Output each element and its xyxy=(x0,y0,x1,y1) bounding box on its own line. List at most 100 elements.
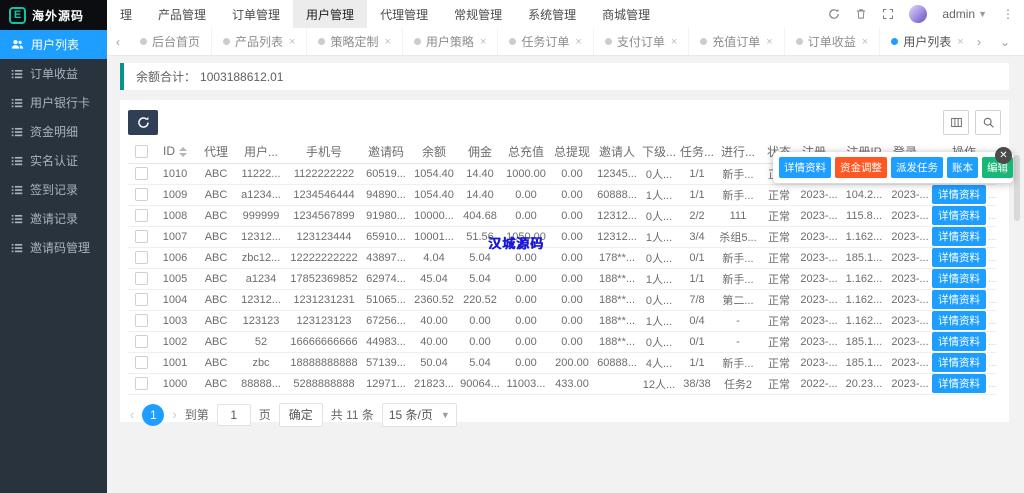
row-checkbox[interactable] xyxy=(134,293,148,306)
sort-icon[interactable] xyxy=(179,147,187,158)
sidebar-item-2[interactable]: 用户银行卡 xyxy=(0,88,107,117)
tab-2[interactable]: 策略定制 × xyxy=(307,28,403,55)
tab-0[interactable]: 后台首页 xyxy=(129,28,213,55)
topnav-item-1[interactable]: 产品管理 xyxy=(145,0,219,28)
topnav-item-0[interactable]: 理 xyxy=(107,0,145,28)
tab-4[interactable]: 任务订单 × xyxy=(498,28,594,55)
row-checkbox[interactable] xyxy=(134,188,148,201)
row-checkbox[interactable] xyxy=(134,356,148,369)
table-cell: 任务2 xyxy=(716,373,760,395)
table-row: 1005 ABC a1234 17852369852 62974... 45.04 5.04… xyxy=(128,268,996,290)
detail-button[interactable]: 详情资料 xyxy=(932,227,986,246)
tab-close-icon[interactable]: × xyxy=(766,36,772,48)
tab-8[interactable]: 用户列表 × xyxy=(880,28,968,55)
current-page[interactable]: 1 xyxy=(142,403,165,426)
row-checkbox[interactable] xyxy=(134,230,148,243)
sidebar-item-7[interactable]: 邀请码管理 xyxy=(0,233,107,262)
page-size-select[interactable]: 15 条/页 ▼ xyxy=(381,402,457,427)
topnav-item-2[interactable]: 订单管理 xyxy=(219,0,293,28)
user-menu[interactable]: admin ▼ xyxy=(942,7,987,21)
tab-3[interactable]: 用户策略 × xyxy=(403,28,499,55)
fullscreen-icon[interactable] xyxy=(882,8,894,20)
search-icon[interactable] xyxy=(975,109,1001,135)
columns-filter-icon[interactable] xyxy=(943,109,969,135)
tab-close-icon[interactable]: × xyxy=(862,36,868,48)
tab-close-icon[interactable]: × xyxy=(575,36,581,48)
detail-button[interactable]: 详情资料 xyxy=(932,311,986,330)
tab-1[interactable]: 产品列表 × xyxy=(212,28,308,55)
more-options-icon[interactable]: ⋮ xyxy=(1002,7,1014,21)
popup-action-button[interactable]: 账本 xyxy=(947,157,978,178)
popup-action-button[interactable]: 详情资料 xyxy=(779,157,831,178)
vertical-scrollbar[interactable] xyxy=(1014,155,1020,221)
detail-button[interactable]: 详情资料 xyxy=(932,290,986,309)
page-input[interactable] xyxy=(216,403,251,426)
table-header-cell: ID xyxy=(154,140,196,164)
table-cell xyxy=(128,352,154,374)
table-cell: ABC xyxy=(196,268,236,290)
table-cell: ABC xyxy=(196,247,236,269)
topnav-item-6[interactable]: 系统管理 xyxy=(515,0,589,28)
actions-cell: 详情资料... xyxy=(932,247,996,269)
tab-label: 产品列表 xyxy=(235,35,284,49)
tab-close-icon[interactable]: × xyxy=(289,36,295,48)
detail-button[interactable]: 详情资料 xyxy=(932,185,986,204)
row-checkbox[interactable] xyxy=(134,209,148,222)
tabs-menu-icon[interactable]: ⌄ xyxy=(994,35,1016,49)
trash-icon[interactable] xyxy=(855,8,867,20)
table-cell: 12人... xyxy=(640,373,678,395)
tab-5[interactable]: 支付订单 × xyxy=(594,28,690,55)
next-page-icon[interactable]: › xyxy=(172,407,176,422)
table-refresh-button[interactable] xyxy=(128,109,158,135)
chevron-down-icon: ▼ xyxy=(978,9,987,19)
tabs-scroll-right-icon[interactable]: › xyxy=(968,35,990,49)
topnav-item-4[interactable]: 代理管理 xyxy=(367,0,441,28)
topnav-item-5[interactable]: 常规管理 xyxy=(441,0,515,28)
popup-action-button[interactable]: 资金调整 xyxy=(835,157,887,178)
popup-more-icon[interactable]: ⌄ xyxy=(1001,166,1009,177)
tab-close-icon[interactable]: × xyxy=(480,36,486,48)
topnav-item-7[interactable]: 商城管理 xyxy=(589,0,663,28)
sidebar-item-3[interactable]: 资金明细 xyxy=(0,117,107,146)
detail-button[interactable]: 详情资料 xyxy=(932,269,986,288)
table-cell: 1122222222 xyxy=(286,163,362,185)
row-checkbox[interactable] xyxy=(134,167,148,180)
tab-dot-icon xyxy=(795,38,803,45)
row-checkbox[interactable] xyxy=(134,335,148,348)
tab-6[interactable]: 充值订单 × xyxy=(689,28,785,55)
tab-dot-icon xyxy=(604,38,612,45)
sidebar-item-6[interactable]: 邀请记录 xyxy=(0,204,107,233)
select-all-checkbox[interactable] xyxy=(134,145,148,159)
tabs-scroll-left-icon[interactable]: ‹ xyxy=(107,28,129,55)
sidebar-item-0[interactable]: 用户列表 xyxy=(0,30,107,59)
detail-button[interactable]: 详情资料 xyxy=(932,206,986,225)
popup-close-icon[interactable]: ✕ xyxy=(995,147,1012,164)
table-cell: 0.00 xyxy=(550,184,594,206)
row-checkbox[interactable] xyxy=(134,251,148,264)
refresh-icon[interactable] xyxy=(828,8,840,20)
row-checkbox[interactable] xyxy=(134,377,148,390)
tab-close-icon[interactable]: × xyxy=(957,36,963,48)
user-avatar[interactable] xyxy=(909,5,928,23)
row-checkbox[interactable] xyxy=(134,272,148,285)
tab-close-icon[interactable]: × xyxy=(384,36,390,48)
prev-page-icon[interactable]: ‹ xyxy=(130,407,134,422)
detail-button[interactable]: 详情资料 xyxy=(932,332,986,351)
sidebar-item-5[interactable]: 签到记录 xyxy=(0,175,107,204)
table-row: 1008 ABC 999999 1234567899 91980... 10000... 4… xyxy=(128,205,996,227)
detail-button[interactable]: 详情资料 xyxy=(932,374,986,393)
sidebar-item-4[interactable]: 实名认证 xyxy=(0,146,107,175)
tab-close-icon[interactable]: × xyxy=(671,36,677,48)
table-cell: 第二... xyxy=(716,289,760,311)
sidebar-item-1[interactable]: 订单收益 xyxy=(0,59,107,88)
confirm-page-button[interactable]: 确定 xyxy=(278,402,323,427)
row-checkbox[interactable] xyxy=(134,314,148,327)
popup-action-button[interactable]: 派发任务 xyxy=(891,157,943,178)
tab-7[interactable]: 订单收益 × xyxy=(785,28,881,55)
detail-button[interactable]: 详情资料 xyxy=(932,248,986,267)
watermark: 汉城源码 xyxy=(488,236,545,251)
detail-button[interactable]: 详情资料 xyxy=(932,353,986,372)
table-cell: 2023-... xyxy=(798,352,840,374)
topnav-item-3[interactable]: 用户管理 xyxy=(293,0,368,28)
table-cell: 50.04 xyxy=(410,352,458,374)
